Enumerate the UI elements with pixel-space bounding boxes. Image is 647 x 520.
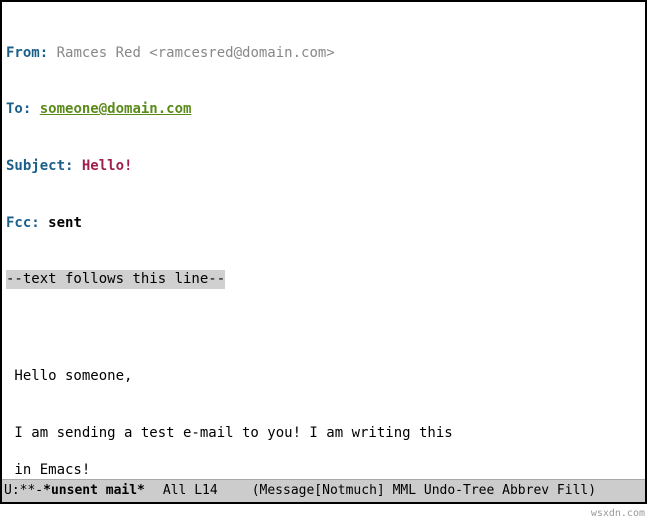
subject-value[interactable]: Hello! xyxy=(82,158,133,174)
from-value[interactable]: Ramces Red <ramcesred@domain.com> xyxy=(48,45,335,61)
mode-line[interactable]: U:**- *unsent mail* All L14 (Message[Not… xyxy=(2,479,645,502)
separator-text: --text follows this line-- xyxy=(6,270,225,289)
modeline-modes[interactable]: (Message[Notmuch] MML Undo-Tree Abbrev F… xyxy=(252,482,596,500)
modeline-buffer-name[interactable]: *unsent mail* xyxy=(43,482,145,500)
subject-label: Subject: xyxy=(6,158,73,174)
emacs-frame: From: Ramces Red <ramcesred@domain.com> … xyxy=(0,0,647,504)
to-label: To: xyxy=(6,101,31,117)
message-buffer[interactable]: From: Ramces Red <ramcesred@domain.com> … xyxy=(2,2,645,479)
to-value[interactable]: someone@domain.com xyxy=(40,101,192,117)
body-line[interactable]: in Emacs! xyxy=(6,461,641,479)
watermark: wsxdn.com xyxy=(591,507,645,520)
fcc-label: Fcc: xyxy=(6,215,40,231)
header-to-line[interactable]: To: someone@domain.com xyxy=(6,100,641,119)
header-subject-line[interactable]: Subject: Hello! xyxy=(6,157,641,176)
subject-space xyxy=(73,158,81,174)
header-fcc-line[interactable]: Fcc: sent xyxy=(6,214,641,233)
body-line[interactable]: Hello someone, xyxy=(6,367,641,386)
body-line[interactable]: I am sending a test e-mail to you! I am … xyxy=(6,424,641,443)
header-separator: --text follows this line-- xyxy=(6,270,641,289)
modeline-status: U:**- xyxy=(4,482,43,500)
to-space xyxy=(31,101,39,117)
modeline-position: All L14 xyxy=(163,482,218,500)
from-label: From: xyxy=(6,45,48,61)
message-body[interactable]: Hello someone, I am sending a test e-mai… xyxy=(6,327,641,479)
header-from-line[interactable]: From: Ramces Red <ramcesred@domain.com> xyxy=(6,44,641,63)
fcc-space xyxy=(40,215,48,231)
fcc-value[interactable]: sent xyxy=(48,215,82,231)
